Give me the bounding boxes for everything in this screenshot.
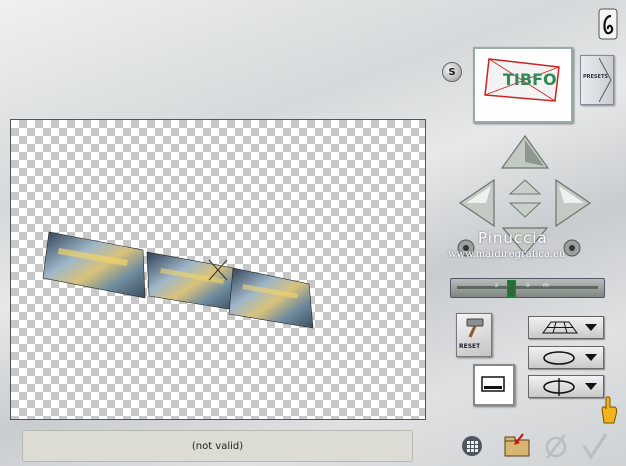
slider-mark: m <box>543 282 549 289</box>
flip-dropdown[interactable] <box>528 375 604 398</box>
presets-button[interactable]: PRESETS <box>580 55 614 105</box>
logo-icon[interactable] <box>598 8 618 40</box>
arrow-down-icon[interactable] <box>508 201 542 219</box>
grid-icon[interactable] <box>462 436 482 456</box>
arrow-left-icon[interactable] <box>458 178 496 228</box>
arrow-right-icon[interactable] <box>554 178 592 228</box>
arrow-up-icon[interactable] <box>500 134 550 170</box>
thumbnail-text: TIBFO <box>503 70 557 89</box>
rotate-loop-icon <box>543 351 575 365</box>
chevron-down-icon <box>585 354 597 361</box>
slider-thumb[interactable] <box>507 280 517 297</box>
thumbnail-preview[interactable]: TIBFO <box>473 47 573 123</box>
hammer-icon <box>466 318 484 338</box>
reset-button[interactable]: RESET <box>456 313 492 357</box>
perspective-dropdown[interactable] <box>528 316 604 339</box>
preview-canvas[interactable] <box>10 119 426 420</box>
zoom-slider[interactable]: z o m <box>450 278 605 298</box>
hand-icon[interactable] <box>598 395 620 425</box>
reset-label: RESET <box>459 343 481 350</box>
null-icon[interactable] <box>543 432 569 460</box>
frame-button[interactable] <box>473 364 515 406</box>
slider-mark: o <box>526 282 530 289</box>
watermark-url: www.maidiregrafica.eu <box>448 249 566 260</box>
status-text: (not valid) <box>191 440 244 452</box>
flip-loop-icon <box>543 378 575 396</box>
arrow-up-small-icon[interactable] <box>508 178 542 196</box>
status-bar: (not valid) <box>22 430 413 462</box>
watermark-name: Pinuccia <box>478 229 548 247</box>
slider-mark: z <box>495 282 499 289</box>
transformed-image <box>42 231 314 329</box>
folder-icon[interactable] <box>503 432 531 458</box>
perspective-grid-icon <box>542 321 578 334</box>
chevron-down-icon <box>585 383 597 390</box>
rotate-dropdown[interactable] <box>528 346 604 369</box>
checkmark-icon[interactable] <box>581 432 609 460</box>
s-button[interactable]: S <box>442 62 462 82</box>
chevron-down-icon <box>585 324 597 331</box>
